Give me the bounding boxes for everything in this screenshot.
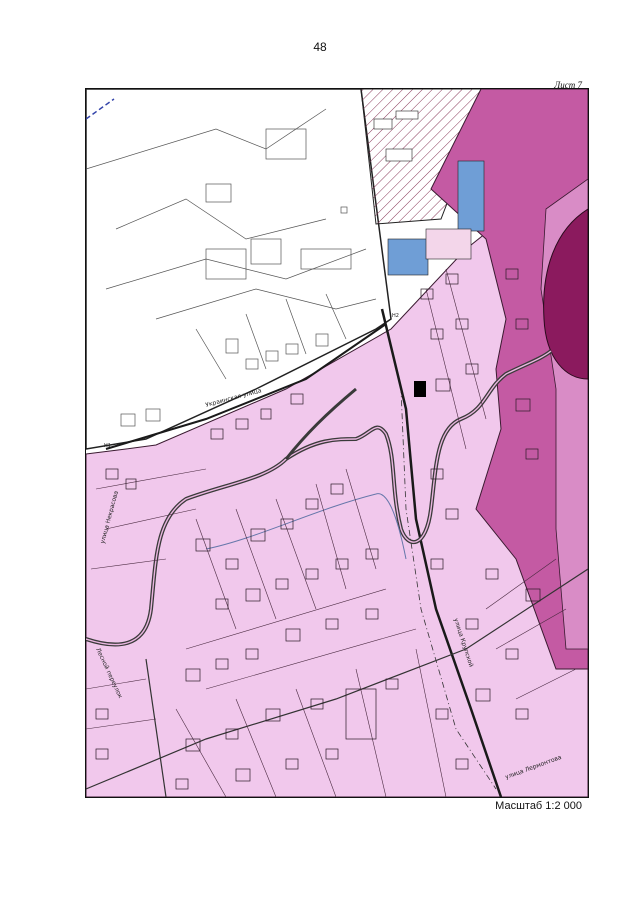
scale-label: Масштаб 1:2 000: [495, 800, 582, 812]
page-number: 48: [313, 40, 327, 54]
blue-area-2: [387, 238, 429, 276]
blue-area-1: [457, 160, 485, 232]
map-canvas: Украинская улица улица Некрасова Лесной …: [86, 89, 588, 797]
hatched-building-2: [395, 110, 419, 120]
map-frame: Украинская улица улица Некрасова Лесной …: [85, 88, 589, 798]
pale-area: [425, 228, 472, 260]
point-label-1: Н2: [392, 313, 399, 319]
marker-building: [414, 381, 426, 397]
hatched-building-1: [373, 118, 393, 130]
hatched-building-3: [385, 148, 413, 162]
point-label-2: Н1: [104, 443, 111, 449]
